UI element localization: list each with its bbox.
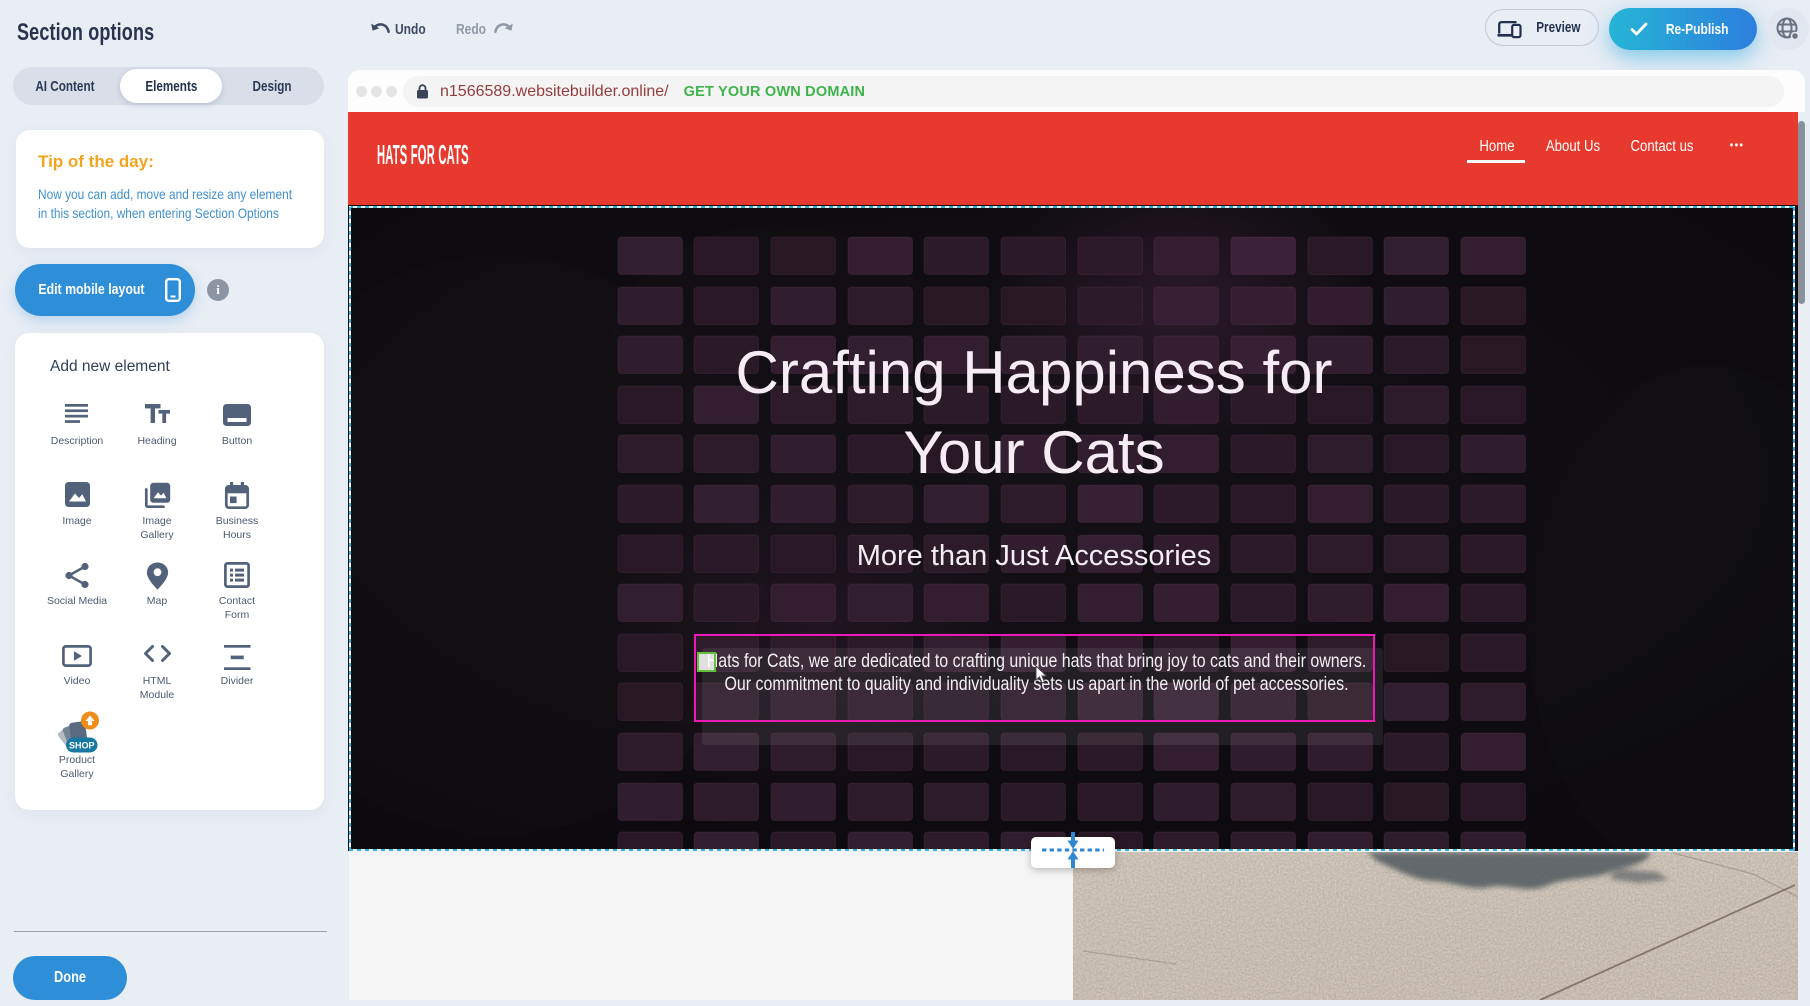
svg-text:SHOP: SHOP	[69, 740, 95, 750]
